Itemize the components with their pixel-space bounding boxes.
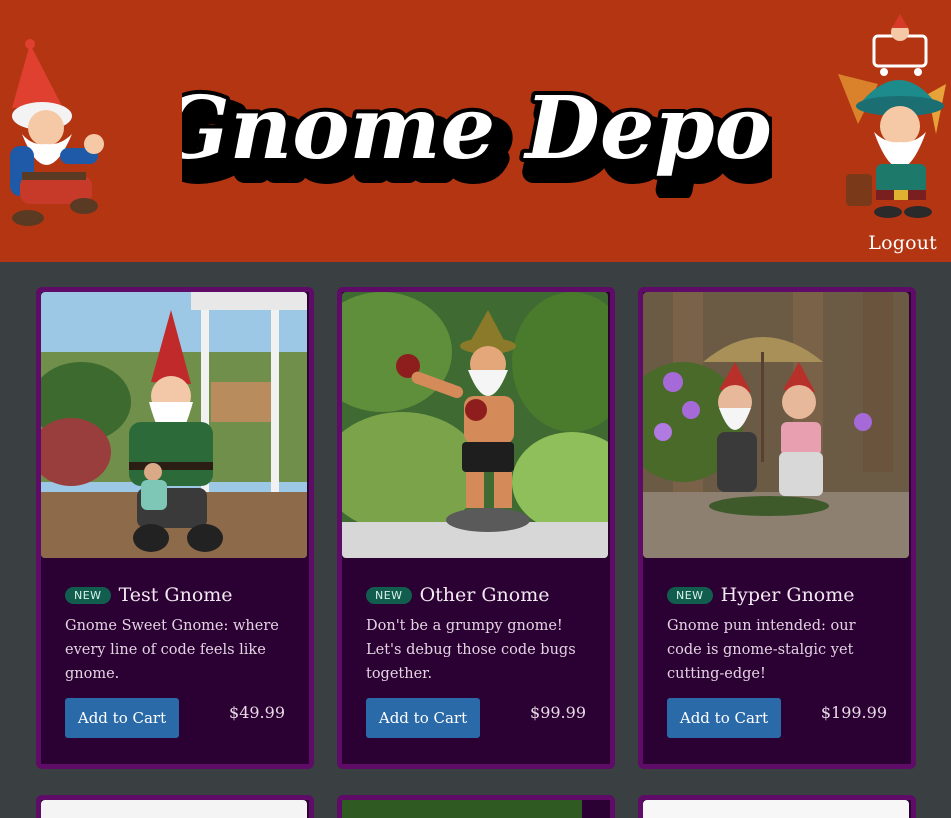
new-badge: NEW	[366, 586, 412, 604]
product-card	[638, 795, 916, 818]
product-price: $199.99	[820, 703, 887, 722]
product-image[interactable]	[643, 292, 909, 558]
product-title[interactable]: Test Gnome	[119, 584, 233, 606]
product-card: NEW Test Gnome Gnome Sweet Gnome: where …	[36, 287, 314, 769]
logo-text: Gnome Depot	[182, 78, 772, 179]
product-description: Gnome pun intended: our code is gnome-st…	[667, 618, 856, 682]
product-image[interactable]	[342, 292, 608, 558]
product-image[interactable]	[41, 292, 307, 558]
product-title[interactable]: Other Gnome	[420, 584, 550, 606]
gnome-mascot-cart-icon	[818, 14, 951, 219]
product-price: $49.99	[229, 703, 285, 722]
site-logo[interactable]: Gnome Depot Gnome Depot	[152, 58, 833, 204]
product-image[interactable]	[41, 800, 307, 818]
add-to-cart-button[interactable]: Add to Cart	[65, 698, 179, 738]
product-grid: NEW Test Gnome Gnome Sweet Gnome: where …	[36, 287, 916, 818]
product-card: NEW Hyper Gnome Gnome pun intended: our …	[638, 287, 916, 769]
product-card: NEW Other Gnome Don't be a grumpy gnome!…	[337, 287, 615, 769]
product-image[interactable]	[342, 800, 582, 818]
product-card	[337, 795, 615, 818]
product-image[interactable]	[643, 800, 909, 818]
product-description: Don't be a grumpy gnome! Let's debug tho…	[366, 618, 576, 682]
new-badge: NEW	[65, 586, 111, 604]
logout-link[interactable]: Logout	[868, 232, 937, 254]
product-price: $99.99	[530, 703, 586, 722]
new-badge: NEW	[667, 586, 713, 604]
product-title[interactable]: Hyper Gnome	[721, 584, 855, 606]
gnome-mascot-left-icon	[0, 36, 110, 226]
add-to-cart-button[interactable]: Add to Cart	[667, 698, 781, 738]
site-header: Gnome Depot Gnome Depot Logout	[0, 0, 951, 262]
add-to-cart-button[interactable]: Add to Cart	[366, 698, 480, 738]
product-card	[36, 795, 314, 818]
product-description: Gnome Sweet Gnome: where every line of c…	[65, 618, 279, 682]
